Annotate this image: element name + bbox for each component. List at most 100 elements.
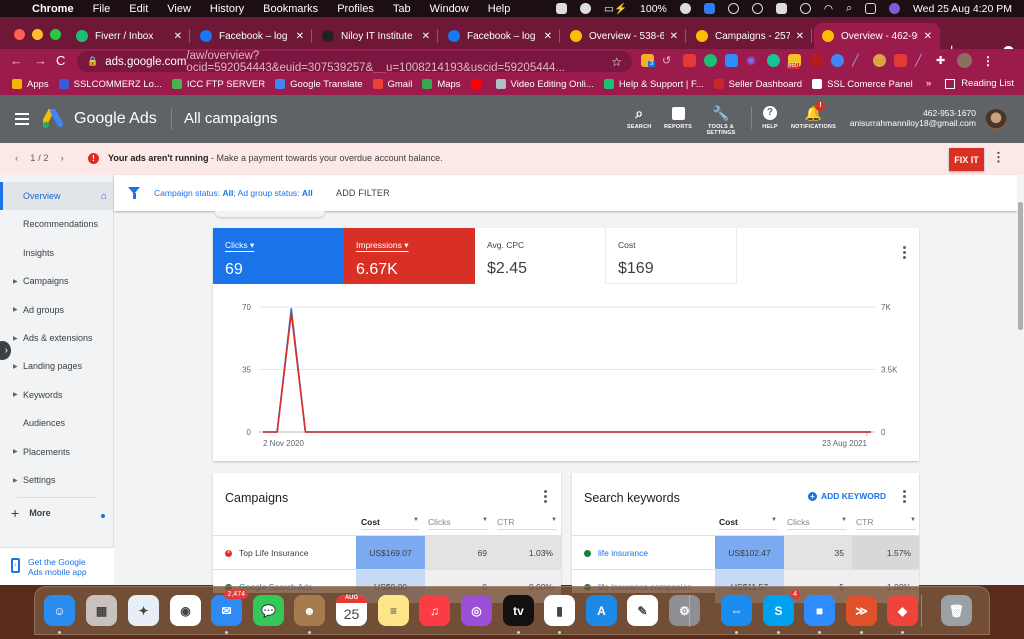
main-menu-icon[interactable] <box>15 113 29 125</box>
sidebar-item-campaigns[interactable]: ▶ Campaigns <box>0 267 114 295</box>
sidebar-more-button[interactable]: + More <box>11 505 51 521</box>
battery-icon[interactable]: ▭⚡ <box>604 2 627 15</box>
dock-safari-icon[interactable]: ✦ <box>128 595 159 626</box>
header-help-button[interactable]: ? HELP <box>762 105 778 130</box>
bookmark-star-icon[interactable]: ☆ <box>611 55 622 69</box>
header-tools-button[interactable]: 🔧 TOOLS & SETTINGS <box>706 105 736 136</box>
menu-window[interactable]: Window <box>430 3 469 15</box>
sync-status-icon[interactable] <box>580 3 592 14</box>
add-filter-button[interactable]: ADD FILTER <box>336 188 390 198</box>
sidebar-item-ad-groups[interactable]: ▶ Ad groups <box>0 296 114 324</box>
input-source-icon[interactable] <box>775 3 787 14</box>
dock-anydesk-icon[interactable]: ◆ <box>887 595 918 626</box>
dock-mail-icon[interactable]: ✉ 2,474 <box>211 590 248 626</box>
dock-launchpad-icon[interactable]: ▦ <box>86 595 117 626</box>
dock-anydesk-remote-icon[interactable]: ≫ <box>846 595 877 626</box>
sidebar-item-audiences[interactable]: Audiences <box>0 409 114 437</box>
window-close-button[interactable] <box>14 29 25 40</box>
page-scrollbar[interactable] <box>1017 175 1024 585</box>
dock-apple-tv-icon[interactable]: tv <box>503 595 534 626</box>
bookmark-item[interactable]: SSLCOMMERZ Lo... <box>58 79 162 90</box>
counter-extension-icon[interactable]: 860 <box>787 54 801 69</box>
siri-icon[interactable] <box>888 3 900 14</box>
metric-avg-cpc[interactable]: Avg. CPC $2.45 <box>475 228 606 284</box>
download-extension-icon[interactable] <box>683 54 696 67</box>
header-notifications-button[interactable]: 🔔! NOTIFICATIONS <box>791 101 836 130</box>
dock-messages-icon[interactable]: 💬 <box>253 595 284 626</box>
campaign-row[interactable]: × Top Life Insurance US$169.07 69 1.03% <box>213 535 561 569</box>
campaign-name[interactable]: × Top Life Insurance <box>225 548 308 558</box>
keywords-col-clicks[interactable]: Clicks ▼ <box>787 517 847 530</box>
dock-pages-icon[interactable]: ✎ <box>627 595 658 626</box>
browser-tab[interactable]: Overview - 462-95 ✕ <box>814 23 940 49</box>
bookmark-item[interactable] <box>470 79 486 89</box>
alert-prev-button[interactable]: ‹ <box>15 153 18 164</box>
creative-cloud-icon[interactable] <box>727 3 739 14</box>
sidebar-item-ads-extensions[interactable]: ▶ Ads & extensions <box>0 324 114 352</box>
sidebar-item-overview[interactable]: Overview ⌂ <box>0 182 114 210</box>
tab-close-icon[interactable]: ✕ <box>296 31 304 42</box>
dock-zoom-icon[interactable]: ■ <box>804 595 835 626</box>
product-name[interactable]: Google Ads <box>74 110 157 128</box>
header-search-button[interactable]: ⌕ SEARCH <box>627 105 651 130</box>
bookmark-item[interactable]: Apps <box>12 79 49 90</box>
bookmark-item[interactable]: Google Translate <box>275 79 363 90</box>
chrome-menu-icon[interactable]: ⋮ <box>982 54 995 68</box>
metric-impressions[interactable]: Impressions ▾ 6.67K <box>344 228 475 284</box>
filter-status[interactable]: Campaign status: All; Ad group status: A… <box>154 188 313 198</box>
bookmark-item[interactable]: Maps <box>422 79 461 90</box>
menu-bookmarks[interactable]: Bookmarks <box>263 3 318 15</box>
info-status-icon[interactable] <box>799 3 811 14</box>
browser-tab[interactable]: Facebook – log in o ✕ <box>440 23 560 49</box>
teamviewer-status-icon[interactable] <box>703 3 715 14</box>
alert-next-button[interactable]: › <box>61 153 64 164</box>
sidebar-item-insights[interactable]: Insights <box>0 239 114 267</box>
dock-calendar-icon[interactable]: AUG 25 <box>336 595 367 626</box>
keyword-text[interactable]: life insurance <box>584 548 648 558</box>
menu-tab[interactable]: Tab <box>393 3 411 15</box>
dock-trash-icon[interactable]: 🗑 <box>941 595 972 626</box>
bookmarks-overflow-button[interactable]: » <box>926 78 931 89</box>
reading-list-button[interactable]: Reading List <box>945 78 1014 89</box>
fiverr-extension-icon[interactable] <box>810 54 823 67</box>
zoom-extension-icon[interactable] <box>725 54 738 67</box>
back-extension-icon[interactable] <box>831 54 844 67</box>
dock-system-preferences-icon[interactable]: ⚙ <box>669 595 700 626</box>
browser-tab[interactable]: Overview - 538-65 ✕ <box>562 23 686 49</box>
menu-history[interactable]: History <box>210 3 244 15</box>
tab-close-icon[interactable]: ✕ <box>544 31 552 42</box>
bookmark-item[interactable]: Seller Dashboard <box>713 79 802 90</box>
alert-more-options-icon[interactable]: ··· <box>991 151 1006 164</box>
scrollbar-thumb[interactable] <box>1018 202 1023 330</box>
wifi-icon[interactable]: ◠ <box>824 3 833 15</box>
fix-it-button[interactable]: FIX IT <box>949 148 984 171</box>
spotlight-search-icon[interactable]: ⌕ <box>846 2 852 15</box>
browser-tab[interactable]: Niloy IT Institute | Y ✕ <box>314 23 438 49</box>
add-keyword-button[interactable]: + ADD KEYWORD <box>808 491 886 501</box>
history-extension-icon[interactable]: ↺ <box>662 54 675 67</box>
expand-triangle-icon[interactable]: ▶ <box>13 278 18 285</box>
dock-podcasts-icon[interactable]: ◎ <box>461 595 492 626</box>
camera-status-icon[interactable] <box>556 3 568 14</box>
tab-close-icon[interactable]: ✕ <box>924 31 932 42</box>
keywords-col-cost[interactable]: Cost ▼ <box>719 517 777 530</box>
keyword-row[interactable]: life insurance US$102.47 35 1.57% <box>572 535 919 569</box>
campaigns-col-ctr[interactable]: CTR ▼ <box>497 517 557 530</box>
tab-close-icon[interactable]: ✕ <box>174 31 182 42</box>
chart-more-options-icon[interactable] <box>903 246 907 259</box>
keywords-more-options-icon[interactable] <box>903 490 907 503</box>
bookmark-item[interactable]: ICC FTP SERVER <box>171 79 265 90</box>
campaigns-col-clicks[interactable]: Clicks ▼ <box>428 517 488 530</box>
keywords-col-ctr[interactable]: CTR ▼ <box>856 517 916 530</box>
browser-tab[interactable]: Campaigns - 257-9 ✕ <box>688 23 812 49</box>
expand-triangle-icon[interactable]: ▶ <box>13 335 18 342</box>
dock-skype-icon[interactable]: S4 <box>763 590 800 626</box>
sidebar-item-recommendations[interactable]: Recommendations <box>0 210 114 238</box>
dock-chrome-icon[interactable]: ◉ <box>170 595 201 626</box>
dock-teamviewer-icon[interactable]: ⇔ <box>721 595 752 626</box>
expand-triangle-icon[interactable]: ▶ <box>13 391 18 398</box>
window-zoom-button[interactable] <box>50 29 61 40</box>
bookmark-item[interactable]: Video Editing Onli... <box>495 79 594 90</box>
expand-triangle-icon[interactable]: ▶ <box>13 306 18 313</box>
color-extension-icon[interactable]: ✺ <box>746 54 759 68</box>
